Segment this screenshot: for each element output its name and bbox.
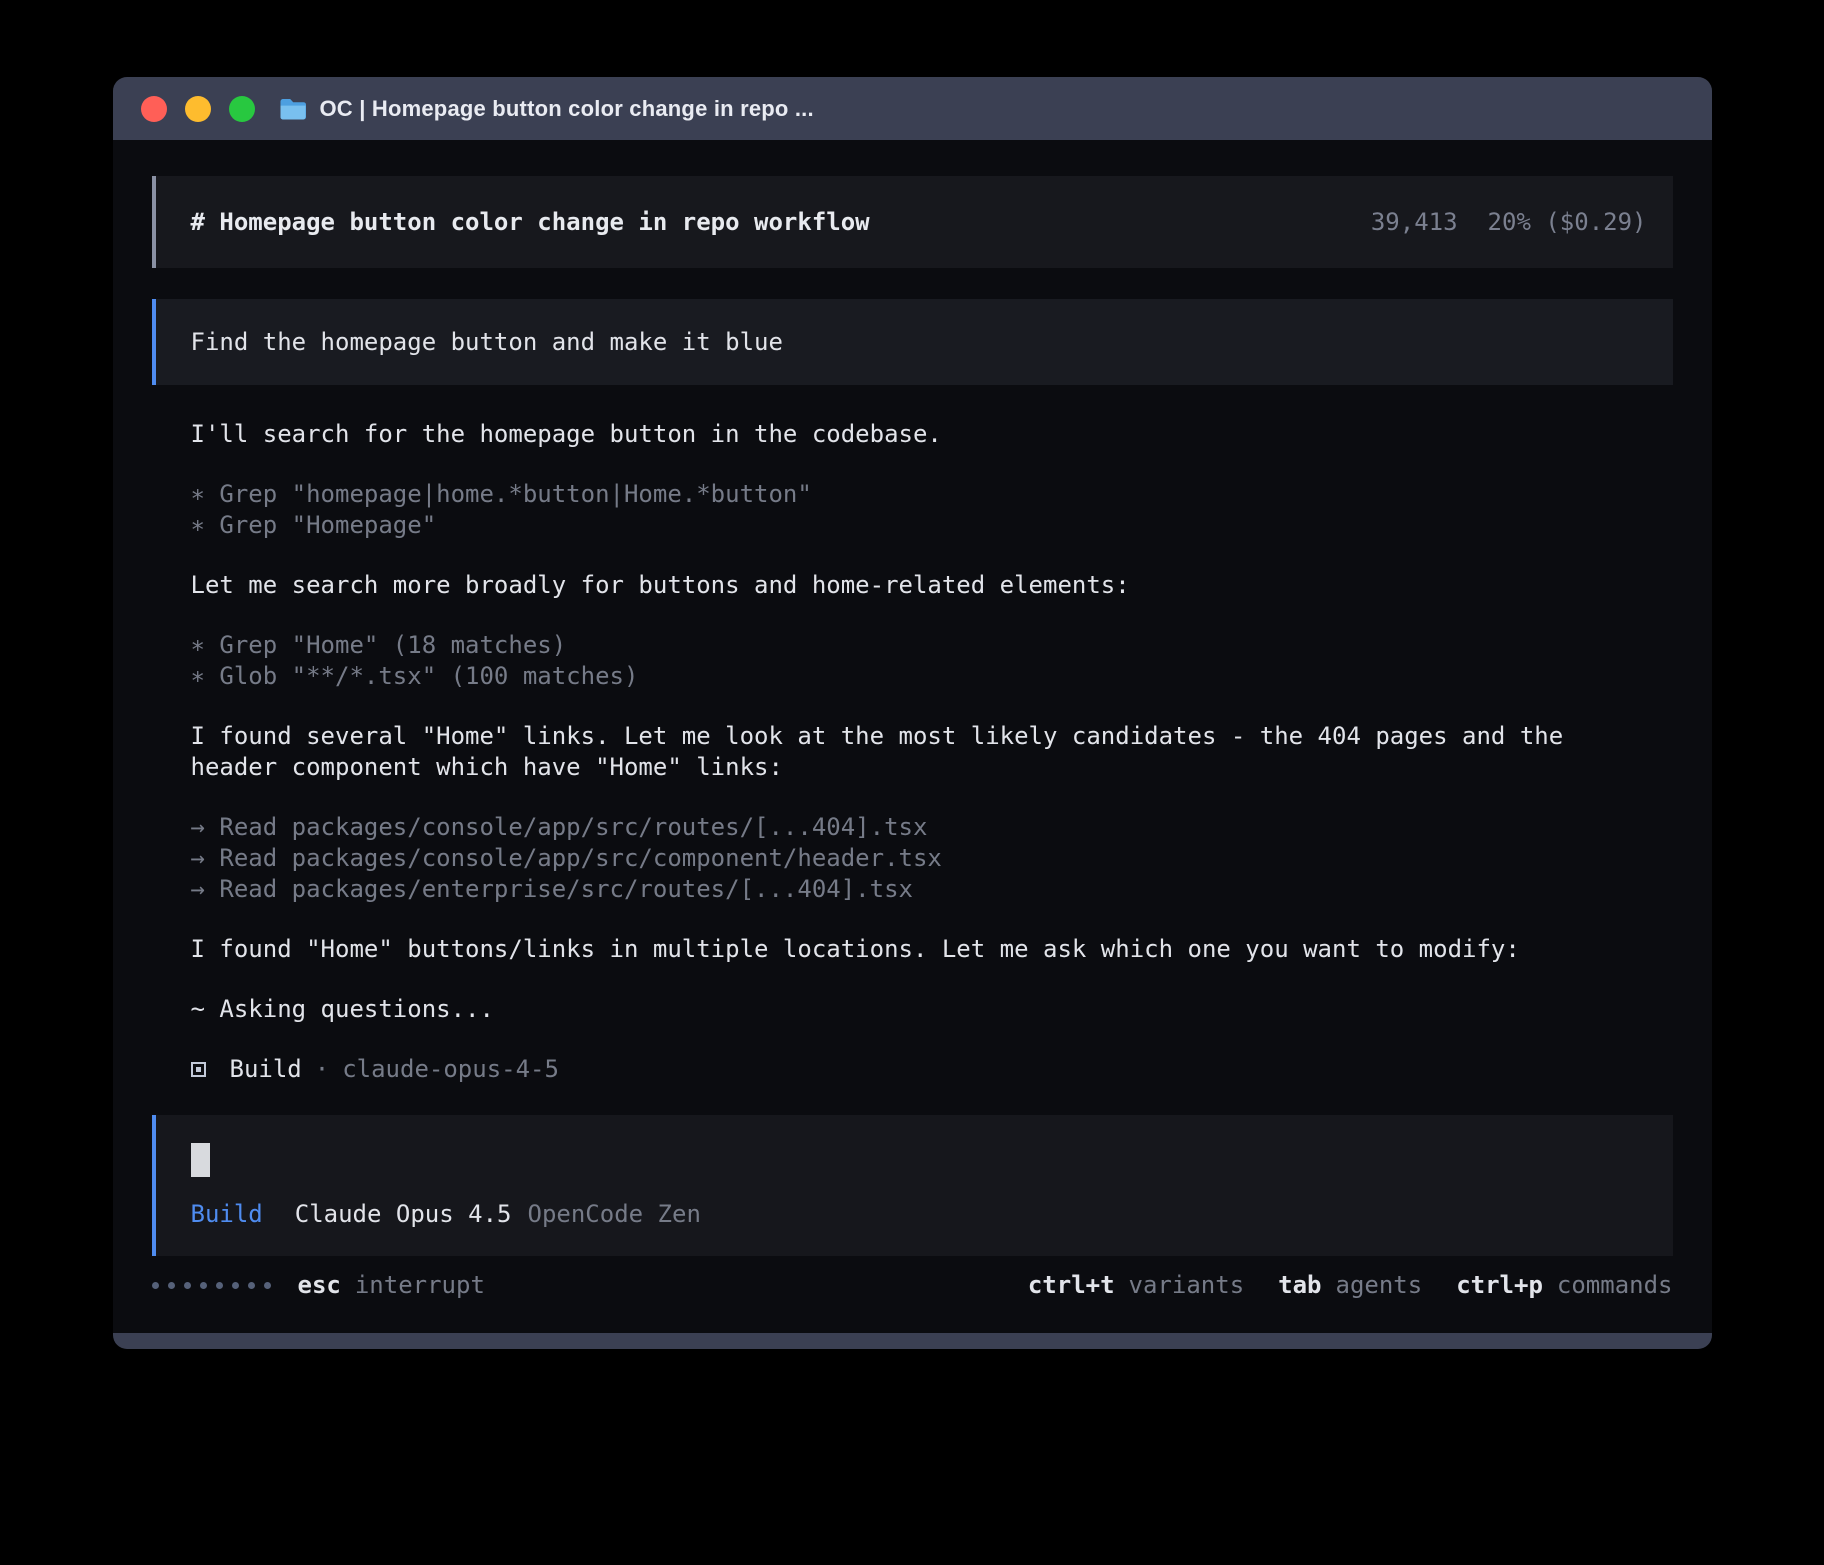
assistant-text: I found several "Home" links. Let me loo… xyxy=(152,721,1673,783)
tool-call-line: ∗ Grep "homepage|home.*button|Home.*butt… xyxy=(152,479,1673,510)
agent-mode-label: Build xyxy=(191,1199,263,1230)
session-stats: 39,413 20% ($0.29) xyxy=(1371,207,1647,238)
tool-call-line: → Read packages/console/app/src/componen… xyxy=(152,843,1673,874)
window-title: OC | Homepage button color change in rep… xyxy=(320,96,814,122)
shortcut-hints: ctrl+t variants tab agents ctrl+p comman… xyxy=(1028,1270,1673,1301)
interrupt-key: esc xyxy=(298,1270,341,1301)
input-meta: Build Claude Opus 4.5 OpenCode Zen xyxy=(191,1199,1673,1230)
text-cursor xyxy=(191,1143,210,1177)
shortcut-commands: ctrl+p commands xyxy=(1456,1270,1672,1301)
tool-call-line: ∗ Grep "Homepage" xyxy=(152,510,1673,541)
assistant-status-text: ~ Asking questions... xyxy=(152,994,1673,1025)
context-usage: 20% ($0.29) xyxy=(1488,207,1647,238)
window-controls xyxy=(141,96,255,122)
assistant-text: I found "Home" buttons/links in multiple… xyxy=(152,934,1673,965)
shortcut-key: ctrl+t xyxy=(1028,1270,1115,1301)
prompt-input[interactable]: Build Claude Opus 4.5 OpenCode Zen xyxy=(152,1115,1673,1256)
session-title: # Homepage button color change in repo w… xyxy=(191,207,870,238)
provider-name: OpenCode Zen xyxy=(528,1199,701,1230)
tool-call-line: → Read packages/console/app/src/routes/[… xyxy=(152,812,1673,843)
status-left: esc interrupt xyxy=(152,1270,485,1301)
interrupt-label: interrupt xyxy=(355,1270,485,1301)
shortcut-label: agents xyxy=(1336,1270,1423,1301)
titlebar[interactable]: OC | Homepage button color change in rep… xyxy=(113,77,1712,140)
model-name: Claude Opus 4.5 xyxy=(295,1199,512,1230)
shortcut-variants: ctrl+t variants xyxy=(1028,1270,1244,1301)
folder-icon xyxy=(279,97,307,120)
session-header: # Homepage button color change in repo w… xyxy=(152,176,1673,268)
user-message: Find the homepage button and make it blu… xyxy=(152,299,1673,385)
assistant-text: I'll search for the homepage button in t… xyxy=(152,419,1673,450)
zoom-button[interactable] xyxy=(229,96,255,122)
tool-call-group: ∗ Grep "Home" (18 matches) ∗ Glob "**/*.… xyxy=(152,630,1673,692)
agent-model: claude-opus-4-5 xyxy=(342,1054,559,1085)
conversation-transcript: I'll search for the homepage button in t… xyxy=(152,419,1673,1085)
user-message-text: Find the homepage button and make it blu… xyxy=(191,327,783,358)
tool-call-group: → Read packages/console/app/src/routes/[… xyxy=(152,812,1673,905)
shortcut-label: commands xyxy=(1557,1270,1673,1301)
progress-spinner xyxy=(152,1282,271,1289)
tool-call-group: ∗ Grep "homepage|home.*button|Home.*butt… xyxy=(152,479,1673,541)
token-count: 39,413 xyxy=(1371,207,1458,238)
window-bottom-edge xyxy=(113,1333,1712,1349)
status-bar: esc interrupt ctrl+t variants tab agents… xyxy=(152,1270,1673,1333)
tool-call-line: → Read packages/enterprise/src/routes/[.… xyxy=(152,874,1673,905)
shortcut-agents: tab agents xyxy=(1278,1270,1422,1301)
terminal-window: OC | Homepage button color change in rep… xyxy=(113,77,1712,1349)
agent-separator: · xyxy=(315,1054,329,1085)
shortcut-label: variants xyxy=(1129,1270,1245,1301)
tool-call-line: ∗ Grep "Home" (18 matches) xyxy=(152,630,1673,661)
shortcut-key: tab xyxy=(1278,1270,1321,1301)
tool-call-line: ∗ Glob "**/*.tsx" (100 matches) xyxy=(152,661,1673,692)
agent-build-icon xyxy=(191,1062,206,1077)
minimize-button[interactable] xyxy=(185,96,211,122)
shortcut-key: ctrl+p xyxy=(1456,1270,1543,1301)
assistant-text: Let me search more broadly for buttons a… xyxy=(152,570,1673,601)
close-button[interactable] xyxy=(141,96,167,122)
agent-name: Build xyxy=(230,1054,302,1085)
agent-status-line: Build · claude-opus-4-5 xyxy=(152,1054,1673,1085)
